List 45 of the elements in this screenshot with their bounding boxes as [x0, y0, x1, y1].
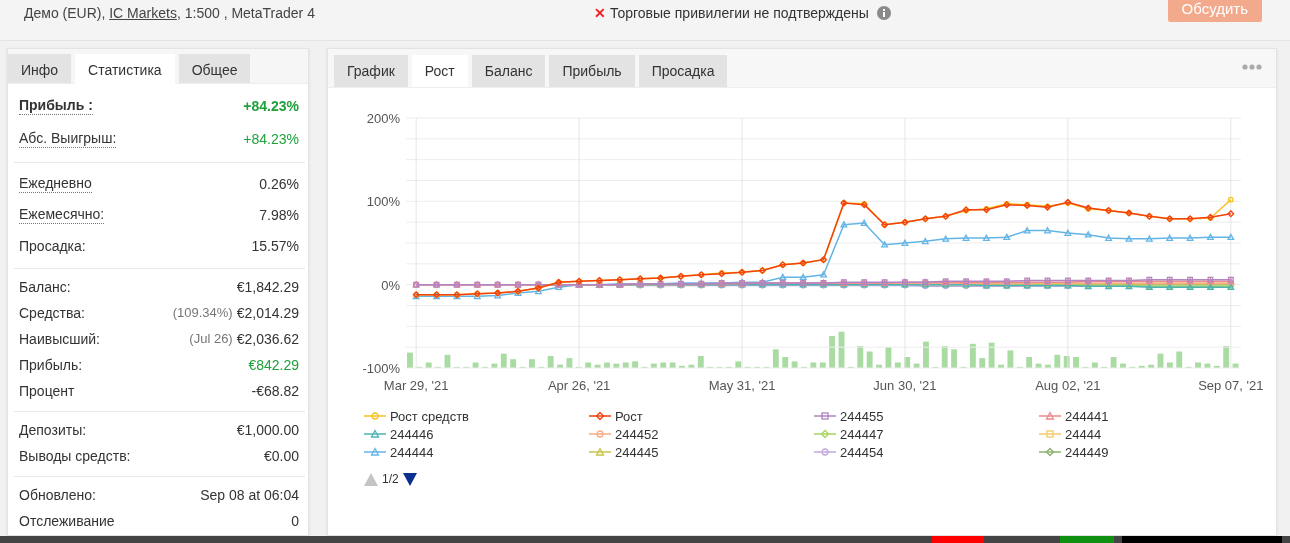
x-axis-label: Jun 30, '21	[873, 378, 937, 393]
x-axis-label: Mar 29, '21	[383, 378, 449, 393]
stat-label: Прибыль:	[19, 357, 83, 373]
y-axis-label: -100%	[362, 361, 400, 376]
stat-value: 0	[291, 513, 299, 529]
stat-value: €2,036.62	[236, 331, 299, 347]
stat-label: Средства:	[19, 305, 85, 321]
account-text: Демо (EUR),	[24, 5, 107, 21]
error-icon: ✕	[594, 5, 606, 21]
stat-label: Выводы средств:	[19, 448, 131, 464]
stat-value: €0.00	[263, 448, 299, 464]
stat-note: (Jul 26)	[189, 331, 233, 347]
stat-note: (109.34%)	[172, 305, 233, 321]
stat-value: -€68.82	[251, 383, 299, 399]
stat-label: Прибыль :	[19, 96, 93, 115]
stat-label: Отслеживание	[19, 513, 115, 529]
stat-label: Ежемесячно:	[19, 205, 105, 224]
stat-value: 7.98%	[259, 206, 299, 223]
stat-value: 15.57%	[251, 237, 299, 254]
stat-value: +84.23%	[243, 97, 299, 114]
stat-value: 0.26%	[259, 175, 299, 192]
stat-label: Депозиты:	[19, 422, 87, 438]
x-axis-label: Apr 26, '21	[547, 378, 611, 393]
stat-value: €1,000.00	[236, 422, 299, 438]
stat-label: Обновлено:	[19, 487, 96, 503]
stat-label: Просадка:	[19, 237, 86, 254]
x-axis-label: Aug 02, '21	[1035, 378, 1101, 393]
y-axis-label: 200%	[366, 111, 400, 126]
page-indicator: 1/2	[382, 472, 399, 486]
stat-label: Ежедневно	[19, 174, 92, 193]
x-axis-label: Sep 07, '21	[1198, 378, 1264, 393]
stat-label: Баланс:	[19, 279, 71, 295]
y-axis-label: 100%	[366, 194, 400, 210]
stat-value: €2,014.29	[236, 305, 299, 321]
y-axis-label: 0%	[381, 277, 400, 293]
stat-label: Процент	[19, 383, 75, 399]
stat-value: €1,842.29	[236, 279, 299, 295]
stat-value: Sep 08 at 06:04	[200, 487, 299, 503]
warning-text: Торговые привилегии не подтверждены	[610, 5, 869, 21]
account-text: , 1:500 , MetaTrader 4	[176, 5, 315, 21]
stat-value: €842.29	[248, 357, 299, 373]
x-axis-label: May 31, '21	[708, 378, 776, 393]
stat-label: Наивысший:	[19, 331, 100, 347]
stat-label: Абс. Выигрыш:	[19, 129, 117, 148]
stat-value: +84.23%	[243, 130, 299, 147]
